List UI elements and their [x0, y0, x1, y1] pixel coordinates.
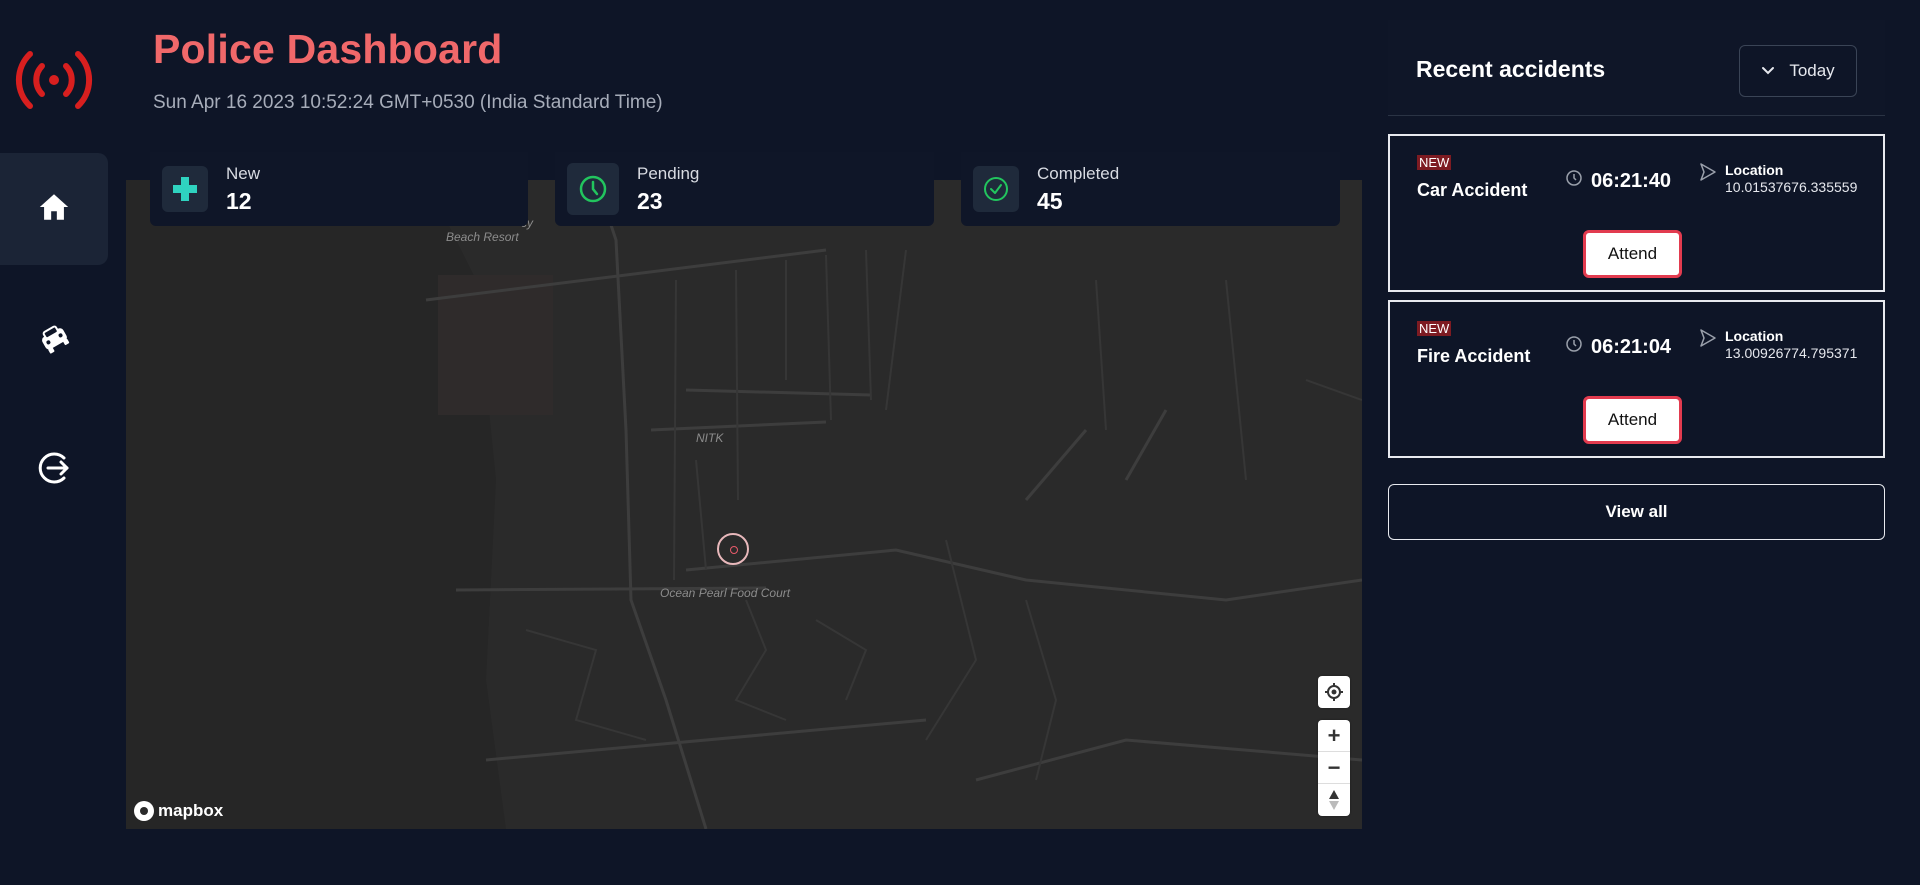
- panel-header: Recent accidents Today: [1388, 20, 1885, 116]
- accident-time: 06:21:40: [1565, 169, 1671, 193]
- stat-card-new: New 12: [150, 152, 528, 226]
- stat-card-completed: Completed 45: [961, 152, 1340, 226]
- date-filter-dropdown[interactable]: Today: [1739, 45, 1857, 97]
- stat-value: 45: [1037, 187, 1063, 214]
- check-circle-icon: [973, 166, 1019, 212]
- accident-map[interactable]: Beach Resort cy NITK Ocean Pearl Food Co…: [126, 180, 1362, 829]
- home-icon: [37, 190, 71, 229]
- navigation-arrow-icon: [1699, 328, 1717, 361]
- new-badge: NEW: [1417, 155, 1452, 170]
- accident-card: NEW Car Accident 06:21:40 Location 10.01…: [1388, 134, 1885, 292]
- location-label: Location: [1725, 328, 1784, 344]
- geolocate-control[interactable]: [1318, 676, 1350, 708]
- clock-icon: [567, 163, 619, 215]
- navigation-control[interactable]: + −: [1318, 720, 1350, 816]
- car-crash-icon: [34, 318, 74, 363]
- locate-icon[interactable]: [1318, 676, 1350, 708]
- recent-accidents-panel: Recent accidents Today NEW Car Accident …: [1388, 20, 1885, 540]
- stat-card-pending: Pending 23: [555, 152, 934, 226]
- stat-label: New: [226, 163, 261, 183]
- location-label: Location: [1725, 162, 1784, 178]
- accident-card: NEW Fire Accident 06:21:04 Location 13.0…: [1388, 300, 1885, 458]
- attend-button[interactable]: Attend: [1583, 396, 1682, 444]
- map-label: NITK: [696, 431, 724, 445]
- sidebar-item-accidents[interactable]: [0, 284, 108, 396]
- stat-value: 12: [226, 187, 252, 214]
- view-all-button[interactable]: View all: [1388, 484, 1885, 540]
- mapbox-logo[interactable]: mapbox: [134, 801, 223, 821]
- date-filter-label: Today: [1789, 61, 1835, 80]
- map-label: Beach Resort: [446, 230, 519, 244]
- zoom-out-icon[interactable]: −: [1318, 752, 1350, 784]
- map-roads: [126, 180, 1362, 829]
- sidebar: [0, 0, 108, 885]
- medical-cross-icon: [162, 166, 208, 212]
- sidebar-item-logout[interactable]: [0, 414, 108, 526]
- sidebar-item-home[interactable]: [0, 153, 108, 265]
- accident-location: Location 10.01537676.335559: [1699, 162, 1857, 195]
- stat-label: Completed: [1037, 163, 1120, 183]
- clock-icon: [1565, 169, 1583, 193]
- accident-location: Location 13.00926774.795371: [1699, 328, 1857, 361]
- chevron-down-icon: [1761, 61, 1775, 81]
- page-title: Police Dashboard: [153, 26, 503, 72]
- navigation-arrow-icon: [1699, 162, 1717, 195]
- stat-value: 23: [637, 187, 663, 214]
- zoom-in-icon[interactable]: +: [1318, 720, 1350, 752]
- location-value: 10.01537676.335559: [1725, 179, 1858, 195]
- current-datetime: Sun Apr 16 2023 10:52:24 GMT+0530 (India…: [153, 92, 663, 113]
- accident-time: 06:21:04: [1565, 335, 1671, 359]
- panel-title: Recent accidents: [1416, 56, 1606, 82]
- logout-icon: [34, 448, 74, 493]
- accident-type: Car Accident: [1417, 180, 1528, 200]
- accident-time-value: 06:21:40: [1591, 169, 1672, 192]
- clock-icon: [1565, 335, 1583, 359]
- attend-button[interactable]: Attend: [1583, 230, 1682, 278]
- accident-time-value: 06:21:04: [1591, 335, 1672, 358]
- broadcast-signal-icon: [12, 46, 96, 114]
- accident-type: Fire Accident: [1417, 346, 1531, 366]
- location-value: 13.00926774.795371: [1725, 345, 1858, 361]
- map-label: Ocean Pearl Food Court: [660, 586, 791, 600]
- compass-icon[interactable]: [1318, 784, 1350, 816]
- stat-label: Pending: [637, 163, 700, 183]
- mapbox-wordmark: mapbox: [158, 801, 224, 820]
- new-badge: NEW: [1417, 321, 1452, 336]
- accident-marker[interactable]: [717, 533, 749, 565]
